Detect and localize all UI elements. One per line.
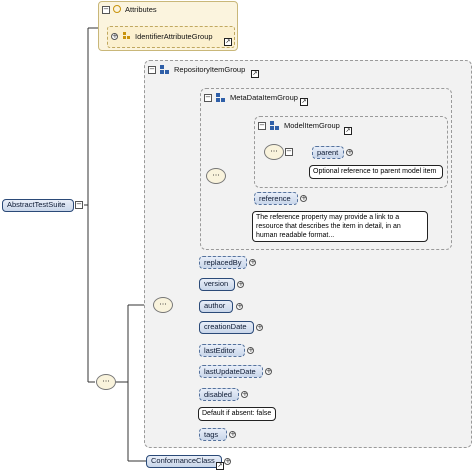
reference-annotation: The reference property may provide a lin…: [252, 211, 428, 242]
model-sequence-icon: ···: [264, 144, 284, 160]
disabled-annotation: Default if absent: false: [198, 407, 276, 421]
creation-date-element[interactable]: creationDate: [199, 321, 254, 334]
author-expand-icon[interactable]: +: [236, 303, 243, 310]
attribute-group-icon: [123, 32, 131, 40]
disabled-expand-icon[interactable]: +: [241, 391, 248, 398]
attribute-group-reference-icon[interactable]: ↗: [224, 38, 232, 46]
identifier-attribute-group[interactable]: + IdentifierAttributeGroup ↗: [107, 26, 235, 48]
identifier-attribute-group-label: IdentifierAttributeGroup: [135, 32, 213, 41]
version-element[interactable]: version: [199, 278, 235, 291]
conformance-class-element[interactable]: ConformanceClass: [146, 455, 222, 468]
reference-element[interactable]: reference: [254, 192, 298, 205]
last-editor-expand-icon[interactable]: +: [247, 347, 254, 354]
parent-element[interactable]: parent: [312, 146, 344, 159]
last-update-date-element[interactable]: lastUpdateDate: [199, 365, 263, 378]
reference-expand-icon[interactable]: +: [300, 195, 307, 202]
model-sequence-collapse-icon[interactable]: −: [285, 148, 293, 156]
metadata-group-icon: [216, 93, 225, 102]
replaced-by-element[interactable]: replacedBy: [199, 256, 247, 269]
parent-annotation: Optional reference to parent model item: [309, 165, 443, 179]
attributes-collapse-icon[interactable]: −: [102, 6, 110, 14]
metadata-group-reference-icon[interactable]: ↗: [300, 98, 308, 106]
attributes-box: − Attributes + IdentifierAttributeGroup …: [98, 1, 238, 51]
metadata-item-group-label: MetaDataItemGroup: [230, 93, 298, 102]
version-expand-icon[interactable]: +: [237, 281, 244, 288]
last-update-date-expand-icon[interactable]: +: [265, 368, 272, 375]
repository-sequence-icon: ···: [153, 297, 173, 313]
tags-element[interactable]: tags: [199, 428, 227, 441]
reference-doc-line-3: human readable format...: [256, 232, 335, 239]
metadata-group-collapse-icon[interactable]: −: [204, 94, 212, 102]
conformance-class-expand-icon[interactable]: +: [224, 458, 231, 465]
abstract-test-suite-node[interactable]: AbstractTestSuite: [2, 199, 74, 212]
metadata-sequence-icon: ···: [206, 168, 226, 184]
tags-expand-icon[interactable]: +: [229, 431, 236, 438]
repository-group-reference-icon[interactable]: ↗: [251, 70, 259, 78]
model-group-icon: [270, 121, 279, 130]
model-group-collapse-icon[interactable]: −: [258, 122, 266, 130]
root-collapse-icon[interactable]: −: [75, 201, 83, 209]
repository-item-group-label: RepositoryItemGroup: [174, 65, 246, 74]
attributes-icon: [113, 5, 121, 13]
conformance-class-reference-icon[interactable]: ↗: [216, 462, 224, 470]
last-editor-element[interactable]: lastEditor: [199, 344, 245, 357]
reference-doc-line-2: resource that describes the item in deta…: [256, 223, 401, 230]
replaced-by-expand-icon[interactable]: +: [249, 259, 256, 266]
model-group-reference-icon[interactable]: ↗: [344, 127, 352, 135]
reference-doc-line-1: The reference property may provide a lin…: [256, 214, 400, 221]
attributes-title: Attributes: [125, 5, 157, 14]
parent-expand-icon[interactable]: +: [346, 149, 353, 156]
model-item-group-label: ModelItemGroup: [284, 121, 340, 130]
author-element[interactable]: author: [199, 300, 233, 313]
repository-group-collapse-icon[interactable]: −: [148, 66, 156, 74]
disabled-element[interactable]: disabled: [199, 388, 239, 401]
repository-group-icon: [160, 65, 169, 74]
creation-date-expand-icon[interactable]: +: [256, 324, 263, 331]
main-sequence-icon: ···: [96, 374, 116, 390]
attribute-group-expand-icon[interactable]: +: [111, 33, 118, 40]
